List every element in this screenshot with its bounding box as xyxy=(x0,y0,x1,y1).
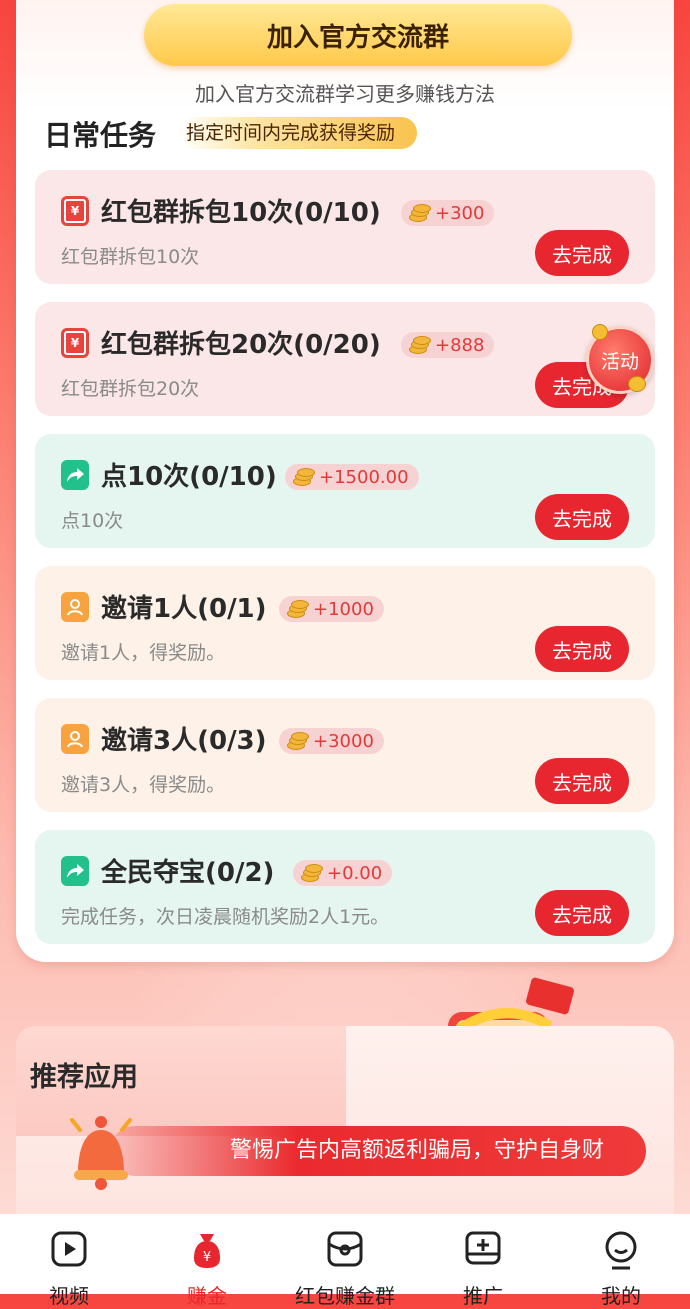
reward-badge: +888 xyxy=(401,332,495,358)
share-arrow-icon xyxy=(61,856,89,886)
task-item: ¥ 红包群拆包10次(0/10) +300 红包群拆包10次 去完成 xyxy=(35,170,655,284)
task-subtitle: 完成任务，次日凌晨随机奖励2人1元。 xyxy=(61,906,390,928)
bottom-tab-bar: 视频 ¥ 赚金 红包赚金群 推广 我的 xyxy=(0,1214,690,1308)
task-item: 邀请1人(0/1) +1000 邀请1人，得奖励。 去完成 xyxy=(35,566,655,680)
coin-icon xyxy=(299,864,323,882)
tab-red-packet-group[interactable]: 红包赚金群 xyxy=(276,1214,414,1308)
task-item: 点10次(0/10) +1500.00 点10次 去完成 xyxy=(35,434,655,548)
task-title: 邀请3人(0/3) xyxy=(101,726,267,756)
complete-button[interactable]: 去完成 xyxy=(535,758,629,804)
complete-button[interactable]: 去完成 xyxy=(535,890,629,936)
coin-icon xyxy=(407,204,431,222)
coin-icon xyxy=(285,732,309,750)
task-subtitle: 红包群拆包10次 xyxy=(61,246,200,268)
reward-badge: +0.00 xyxy=(293,860,393,886)
red-packet-icon: ¥ xyxy=(61,328,89,358)
coin-icon xyxy=(592,324,608,340)
bell-icon xyxy=(70,1116,132,1190)
reward-badge: +1500.00 xyxy=(285,464,419,490)
complete-button[interactable]: 去完成 xyxy=(535,626,629,672)
profile-icon xyxy=(605,1231,637,1270)
reward-badge: +3000 xyxy=(279,728,384,754)
svg-text:¥: ¥ xyxy=(203,1250,211,1265)
warning-banner[interactable]: 警惕广告内高额返利骗局，守护自身财 xyxy=(110,1126,646,1176)
reward-amount: +3000 xyxy=(313,730,374,752)
tab-mine[interactable]: 我的 xyxy=(552,1214,690,1308)
tab-earn[interactable]: ¥ 赚金 xyxy=(138,1214,276,1308)
money-bag-icon: ¥ xyxy=(194,1234,220,1268)
tab-video[interactable]: 视频 xyxy=(0,1214,138,1308)
reward-amount: +888 xyxy=(435,334,485,356)
tab-label: 推广 xyxy=(463,1284,503,1308)
task-subtitle: 邀请1人，得奖励。 xyxy=(61,642,226,664)
task-item: ¥ 红包群拆包20次(0/20) +888 红包群拆包20次 去完成 xyxy=(35,302,655,416)
complete-button[interactable]: 去完成 xyxy=(535,230,629,276)
coin-icon xyxy=(407,336,431,354)
reward-badge: +1000 xyxy=(279,596,384,622)
task-subtitle: 邀请3人，得奖励。 xyxy=(61,774,226,796)
complete-button[interactable]: 去完成 xyxy=(535,494,629,540)
tab-label: 视频 xyxy=(49,1284,89,1308)
task-item: 邀请3人(0/3) +3000 邀请3人，得奖励。 去完成 xyxy=(35,698,655,812)
coin-icon xyxy=(291,468,315,486)
reward-amount: +1000 xyxy=(313,598,374,620)
tab-label: 我的 xyxy=(601,1284,641,1308)
reward-badge: +300 xyxy=(401,200,495,226)
coin-icon xyxy=(628,376,646,392)
task-item: 全民夺宝(0/2) +0.00 完成任务，次日凌晨随机奖励2人1元。 去完成 xyxy=(35,830,655,944)
task-title: 红包群拆包10次(0/10) xyxy=(101,198,381,228)
task-subtitle: 红包群拆包20次 xyxy=(61,378,200,400)
daily-tasks-tag: 指定时间内完成获得奖励 xyxy=(180,117,418,149)
tab-promote[interactable]: 推广 xyxy=(414,1214,552,1308)
user-icon xyxy=(61,724,89,754)
reward-amount: +300 xyxy=(435,202,485,224)
reward-amount: +1500.00 xyxy=(319,466,409,488)
task-title: 全民夺宝(0/2) xyxy=(101,858,275,888)
task-title: 点10次(0/10) xyxy=(101,462,277,492)
share-arrow-icon xyxy=(61,460,89,490)
red-packet-group-icon xyxy=(327,1231,363,1267)
play-icon xyxy=(51,1231,87,1267)
tab-label: 红包赚金群 xyxy=(295,1284,395,1308)
promote-icon xyxy=(465,1231,501,1265)
task-title: 邀请1人(0/1) xyxy=(101,594,267,624)
user-icon xyxy=(61,592,89,622)
recommend-title: 推荐应用 xyxy=(30,1062,138,1093)
join-group-button[interactable]: 加入官方交流群 xyxy=(144,4,572,66)
daily-tasks-title: 日常任务 xyxy=(44,119,157,152)
reward-amount: +0.00 xyxy=(327,862,383,884)
task-subtitle: 点10次 xyxy=(61,510,124,532)
red-packet-icon: ¥ xyxy=(61,196,89,226)
coin-icon xyxy=(285,600,309,618)
warning-banner-text: 警惕广告内高额返利骗局，守护自身财 xyxy=(230,1138,605,1163)
join-group-subtitle: 加入官方交流群学习更多赚钱方法 xyxy=(195,82,495,106)
task-title: 红包群拆包20次(0/20) xyxy=(101,330,381,360)
activity-label: 活动 xyxy=(600,350,639,373)
tab-label: 赚金 xyxy=(187,1284,227,1308)
